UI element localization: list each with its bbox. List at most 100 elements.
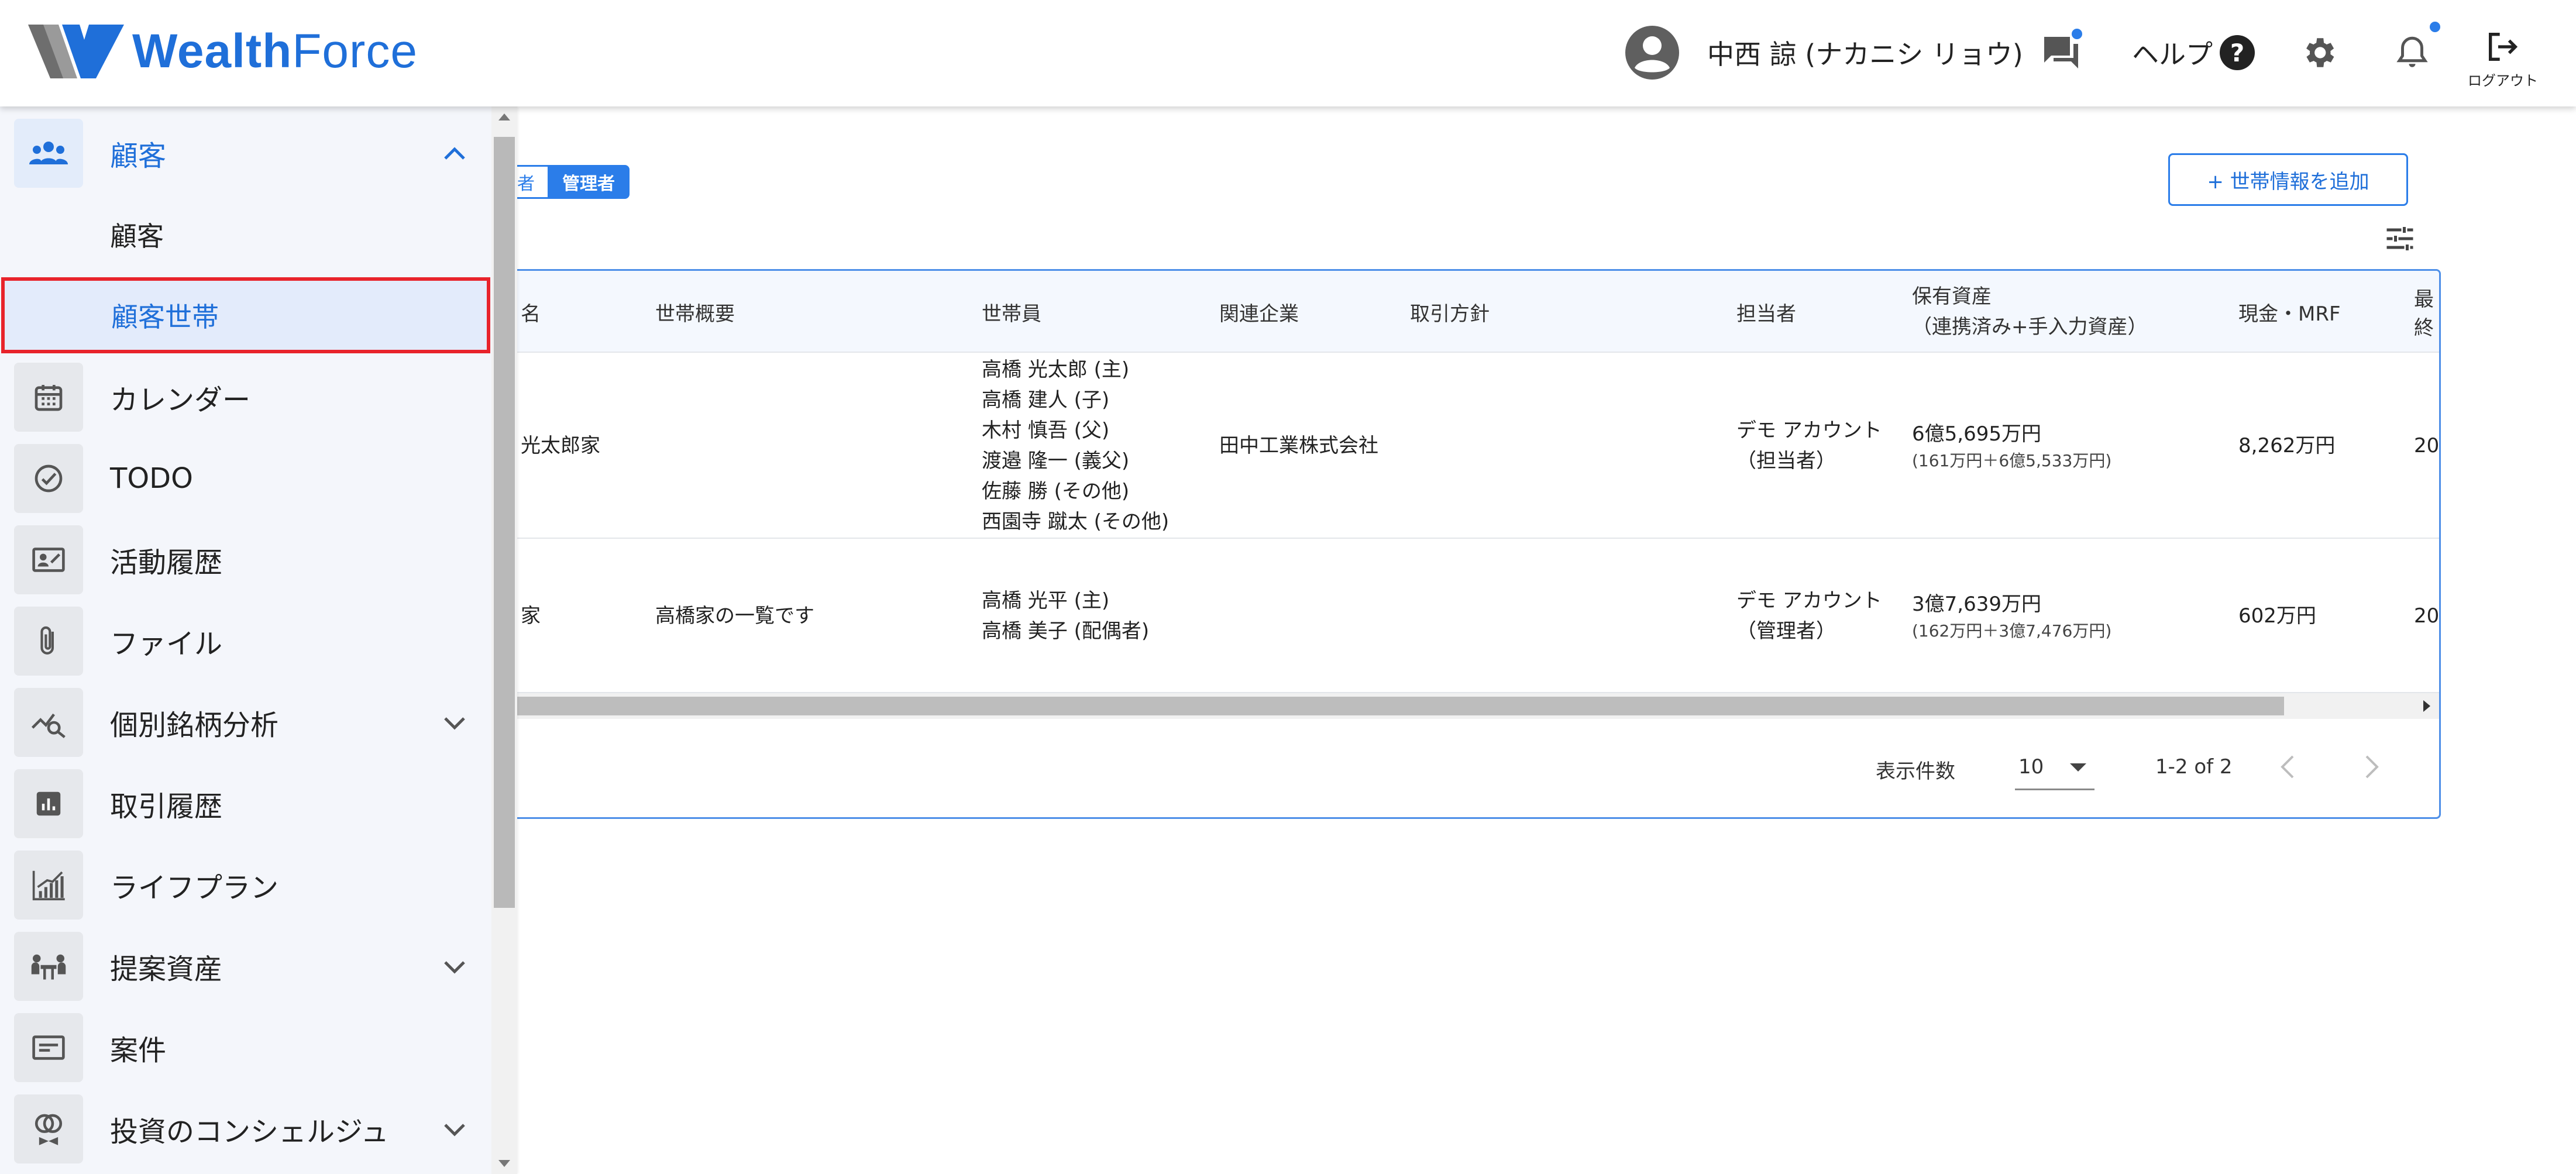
sidebar-subitem-label: 顧客世帯: [111, 301, 219, 333]
chevron-down-icon[interactable]: [440, 952, 469, 981]
view-toggle-option-admin[interactable]: 管理者: [548, 165, 630, 199]
sidebar-item-label: ファイル: [110, 627, 223, 660]
column-header-last[interactable]: 最終: [2414, 271, 2439, 353]
column-settings-icon[interactable]: [2382, 221, 2417, 259]
table-row[interactable]: 光太郎家 高橋 光太郎 (主) 高橋 建人 (子) 木村 慎吾 (父) 渡邉 隆…: [517, 353, 2440, 539]
scroll-right-arrow-icon[interactable]: [2423, 700, 2430, 712]
sidebar-item-concierge[interactable]: 投資のコンシェルジュ: [0, 1088, 491, 1169]
member-name: 高橋 建人 (子): [982, 388, 1110, 412]
cash-value: 602万円: [2238, 604, 2316, 628]
column-header-assets-line1: 保有資産: [1912, 285, 1992, 308]
sidebar-scrollbar[interactable]: [491, 106, 517, 1174]
column-header-company[interactable]: 関連企業: [1219, 271, 1299, 353]
logo-text-light: Force: [292, 25, 418, 78]
chat-notification-dot: [2070, 27, 2084, 41]
wealthforce-logo-mark-icon: [28, 25, 124, 78]
sidebar-subitem-households[interactable]: 顧客世帯: [1, 277, 490, 353]
column-header-name[interactable]: 名: [521, 271, 541, 353]
table-scrollbar-thumb[interactable]: [517, 697, 2284, 715]
member-name: 佐藤 勝 (その他): [982, 480, 1130, 503]
cell-company: 田中工業株式会社: [1219, 353, 1378, 539]
cell-assets: 6億5,695万円 (161万円＋6億5,533万円): [1912, 353, 2111, 539]
paperclip-icon: [14, 606, 83, 676]
sidebar-item-stock-analysis[interactable]: 個別銘柄分析: [0, 681, 491, 763]
gear-icon[interactable]: [2299, 23, 2338, 82]
meeting-icon: [14, 931, 83, 1001]
column-header-cash[interactable]: 現金・MRF: [2238, 271, 2341, 353]
owner-role: （管理者）: [1736, 619, 1836, 643]
sidebar-item-lifeplan[interactable]: ライフプラン: [0, 844, 491, 925]
add-household-button[interactable]: + 世帯情報を追加: [2168, 153, 2408, 206]
sidebar-subitem-label: 顧客: [110, 220, 164, 252]
scroll-up-arrow-icon[interactable]: [498, 113, 510, 121]
help-label: ヘルプ: [2132, 39, 2213, 70]
sidebar-item-label: TODO: [110, 462, 193, 495]
last-date: 202: [2414, 604, 2440, 628]
household-name[interactable]: 家: [521, 601, 541, 631]
chevron-down-icon[interactable]: [440, 1114, 469, 1144]
concierge-icon: [14, 1094, 83, 1163]
cell-members: 高橋 光平 (主) 高橋 美子 (配偶者): [982, 539, 1149, 693]
bar-chart-icon: [14, 769, 83, 838]
sidebar-item-label: 活動履歴: [110, 546, 223, 579]
account-circle-icon[interactable]: [1624, 25, 1680, 81]
column-header-assets[interactable]: 保有資産 （連携済み+手入力資産）: [1912, 271, 2148, 353]
rows-per-page-select[interactable]: 10: [2015, 748, 2094, 790]
activity-icon: [14, 525, 83, 594]
assets-breakdown: (162万円＋3億7,476万円): [1912, 621, 2112, 641]
logout-icon: [2489, 32, 2518, 61]
column-header-owner[interactable]: 担当者: [1736, 271, 1796, 353]
sidebar-item-label: 取引履歴: [110, 790, 223, 823]
logout-button[interactable]: ログアウト: [2468, 23, 2538, 94]
sidebar-scrollbar-thumb[interactable]: [494, 137, 515, 908]
sidebar-item-todo[interactable]: TODO: [0, 438, 491, 519]
chart-search-icon: [14, 687, 83, 757]
sidebar-item-transactions[interactable]: 取引履歴: [0, 763, 491, 844]
check-circle-icon: [14, 443, 83, 513]
help-button[interactable]: ヘルプ ?: [2132, 23, 2255, 82]
cell-name: 家: [521, 539, 541, 693]
sidebar-item-label: 案件: [110, 1034, 167, 1067]
sidebar-item-files[interactable]: ファイル: [0, 600, 491, 681]
chevron-up-icon[interactable]: [440, 139, 469, 168]
owner-role: （担当者）: [1736, 449, 1836, 473]
owner-name: デモ アカウント: [1736, 419, 1882, 442]
user-name[interactable]: 中西 諒 (ナカニシ リョウ): [1707, 23, 2023, 82]
column-header-policy[interactable]: 取引方針: [1410, 271, 1490, 353]
sidebar-item-customers[interactable]: 顧客: [0, 112, 491, 194]
household-overview: 高橋家の一覧です: [655, 604, 814, 628]
table-horizontal-scrollbar[interactable]: [517, 693, 2439, 719]
member-name: 渡邉 隆一 (義父): [982, 449, 1130, 473]
people-icon: [14, 118, 83, 188]
related-company: 田中工業株式会社: [1219, 434, 1378, 457]
bell-icon[interactable]: [2393, 20, 2442, 82]
column-header-overview[interactable]: 世帯概要: [655, 271, 735, 353]
owner-name: デモ アカウント: [1736, 589, 1882, 612]
cell-last: 202: [2414, 539, 2440, 693]
cell-assets: 3億7,639万円 (162万円＋3億7,476万円): [1912, 539, 2111, 693]
cell-overview: 高橋家の一覧です: [655, 539, 814, 693]
rows-per-page-label: 表示件数: [1876, 760, 1955, 783]
chevron-right-icon[interactable]: [2354, 749, 2389, 784]
member-name: 木村 慎吾 (父): [982, 419, 1110, 442]
scroll-down-arrow-icon[interactable]: [498, 1160, 510, 1167]
sidebar-item-label: カレンダー: [110, 383, 251, 416]
chevron-left-icon[interactable]: [2270, 749, 2305, 784]
wealthforce-logo[interactable]: WealthForce: [28, 22, 418, 81]
cell-name: 光太郎家: [521, 353, 600, 539]
sidebar-subitem-customers[interactable]: 顧客: [0, 194, 491, 275]
table-row[interactable]: 家 高橋家の一覧です 高橋 光平 (主) 高橋 美子 (配偶者) デモ アカウン…: [517, 539, 2440, 693]
column-header-members[interactable]: 世帯員: [982, 271, 1041, 353]
sidebar-item-calendar[interactable]: カレンダー: [0, 356, 491, 438]
view-toggle-option-owner[interactable]: 者: [517, 165, 548, 199]
sidebar-item-label: ライフプラン: [110, 871, 279, 904]
sidebar-item-activity[interactable]: 活動履歴: [0, 519, 491, 600]
bell-notification-dot: [2428, 20, 2442, 34]
last-date: 202: [2414, 434, 2440, 457]
chevron-down-icon[interactable]: [440, 708, 469, 737]
sidebar-item-deals[interactable]: 案件: [0, 1007, 491, 1088]
chat-icon[interactable]: [2041, 23, 2084, 82]
sidebar-item-proposal-assets[interactable]: 提案資産: [0, 925, 491, 1007]
logo-wordmark: WealthForce: [132, 24, 418, 79]
household-name[interactable]: 光太郎家: [521, 431, 600, 461]
